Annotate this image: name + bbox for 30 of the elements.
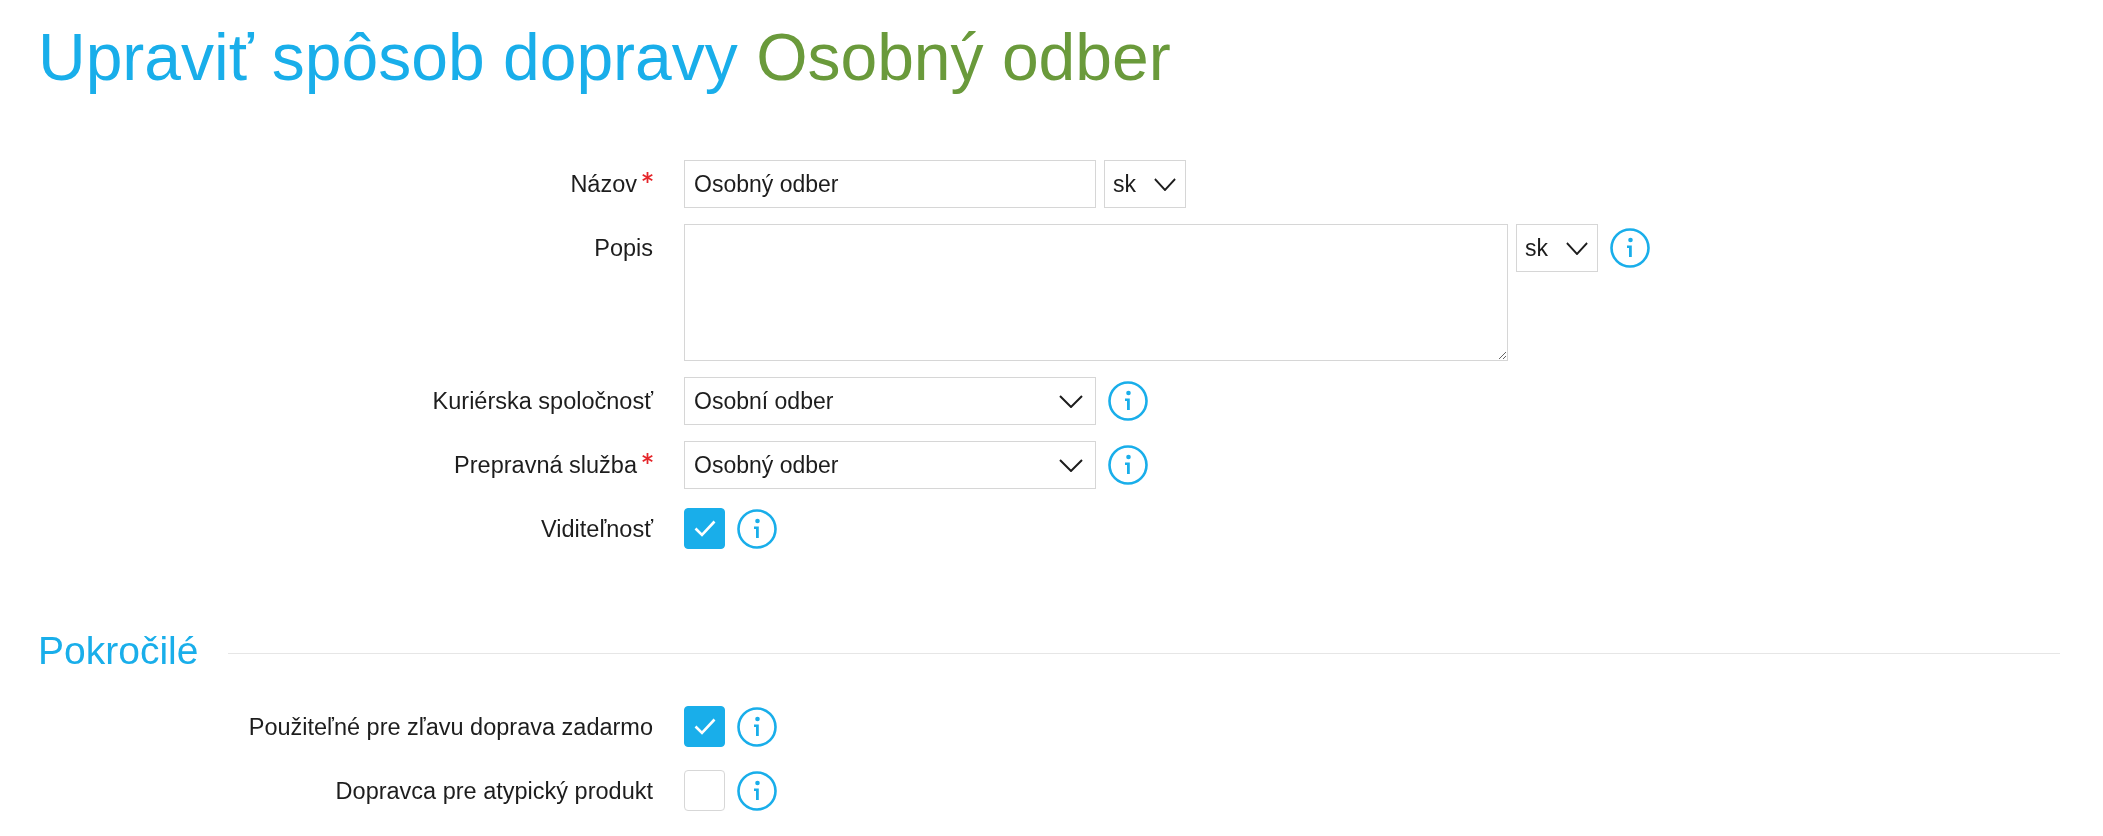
textarea-field[interactable] (684, 224, 1508, 361)
field-label: Kuriérska spoločnosť (432, 387, 653, 415)
language-select[interactable]: sk (1104, 160, 1186, 208)
chevron-down-icon (1059, 458, 1083, 472)
field-label: Dopravca pre atypický produkt (335, 777, 653, 805)
checkmark-icon (693, 520, 716, 537)
field-label: Prepravná služba (454, 451, 637, 479)
chevron-down-icon (1059, 394, 1083, 408)
checkmark-icon (693, 718, 716, 735)
language-select[interactable]: sk (1516, 224, 1598, 272)
field-label: Použiteľné pre zľavu doprava zadarmo (248, 713, 653, 741)
select-field[interactable]: Osobní odber (684, 377, 1096, 425)
chevron-down-icon (1566, 241, 1588, 255)
text-input[interactable]: Osobný odber (684, 160, 1096, 208)
select-field[interactable]: Osobný odber (684, 441, 1096, 489)
page-title: Upraviť spôsob dopravy Osobný odber (38, 19, 1171, 95)
checkbox[interactable] (684, 706, 725, 747)
field-label: Viditeľnosť (541, 515, 653, 543)
info-icon[interactable] (1610, 228, 1650, 268)
chevron-down-icon (1154, 177, 1176, 191)
info-icon[interactable] (1108, 381, 1148, 421)
info-icon[interactable] (737, 707, 777, 747)
checkbox[interactable] (684, 770, 725, 811)
info-icon[interactable] (737, 771, 777, 811)
checkbox[interactable] (684, 508, 725, 549)
info-icon[interactable] (737, 509, 777, 549)
field-label: Popis (594, 234, 653, 262)
section-title: Pokročilé (38, 628, 199, 674)
field-label: Názov (570, 170, 637, 198)
info-icon[interactable] (1108, 445, 1148, 485)
